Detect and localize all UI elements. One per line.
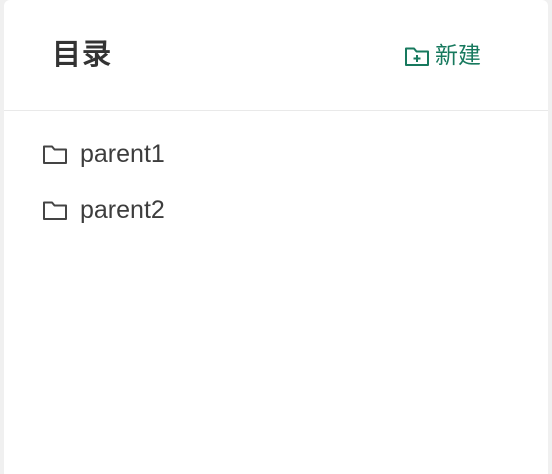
folder-add-icon <box>404 44 432 68</box>
folder-icon <box>42 142 70 166</box>
tree-item-parent2[interactable]: parent2 <box>4 182 548 238</box>
folder-icon <box>42 198 70 222</box>
folder-tree: parent1 parent2 <box>4 126 548 238</box>
directory-panel: 目录 新建 parent1 parent2 <box>4 0 548 474</box>
panel-header: 目录 新建 <box>4 0 548 111</box>
tree-item-parent1[interactable]: parent1 <box>4 126 548 182</box>
tree-item-label: parent1 <box>80 140 165 168</box>
new-folder-label: 新建 <box>435 43 481 69</box>
tree-item-label: parent2 <box>80 196 165 224</box>
panel-title: 目录 <box>52 37 113 71</box>
new-folder-button[interactable]: 新建 <box>404 38 481 74</box>
